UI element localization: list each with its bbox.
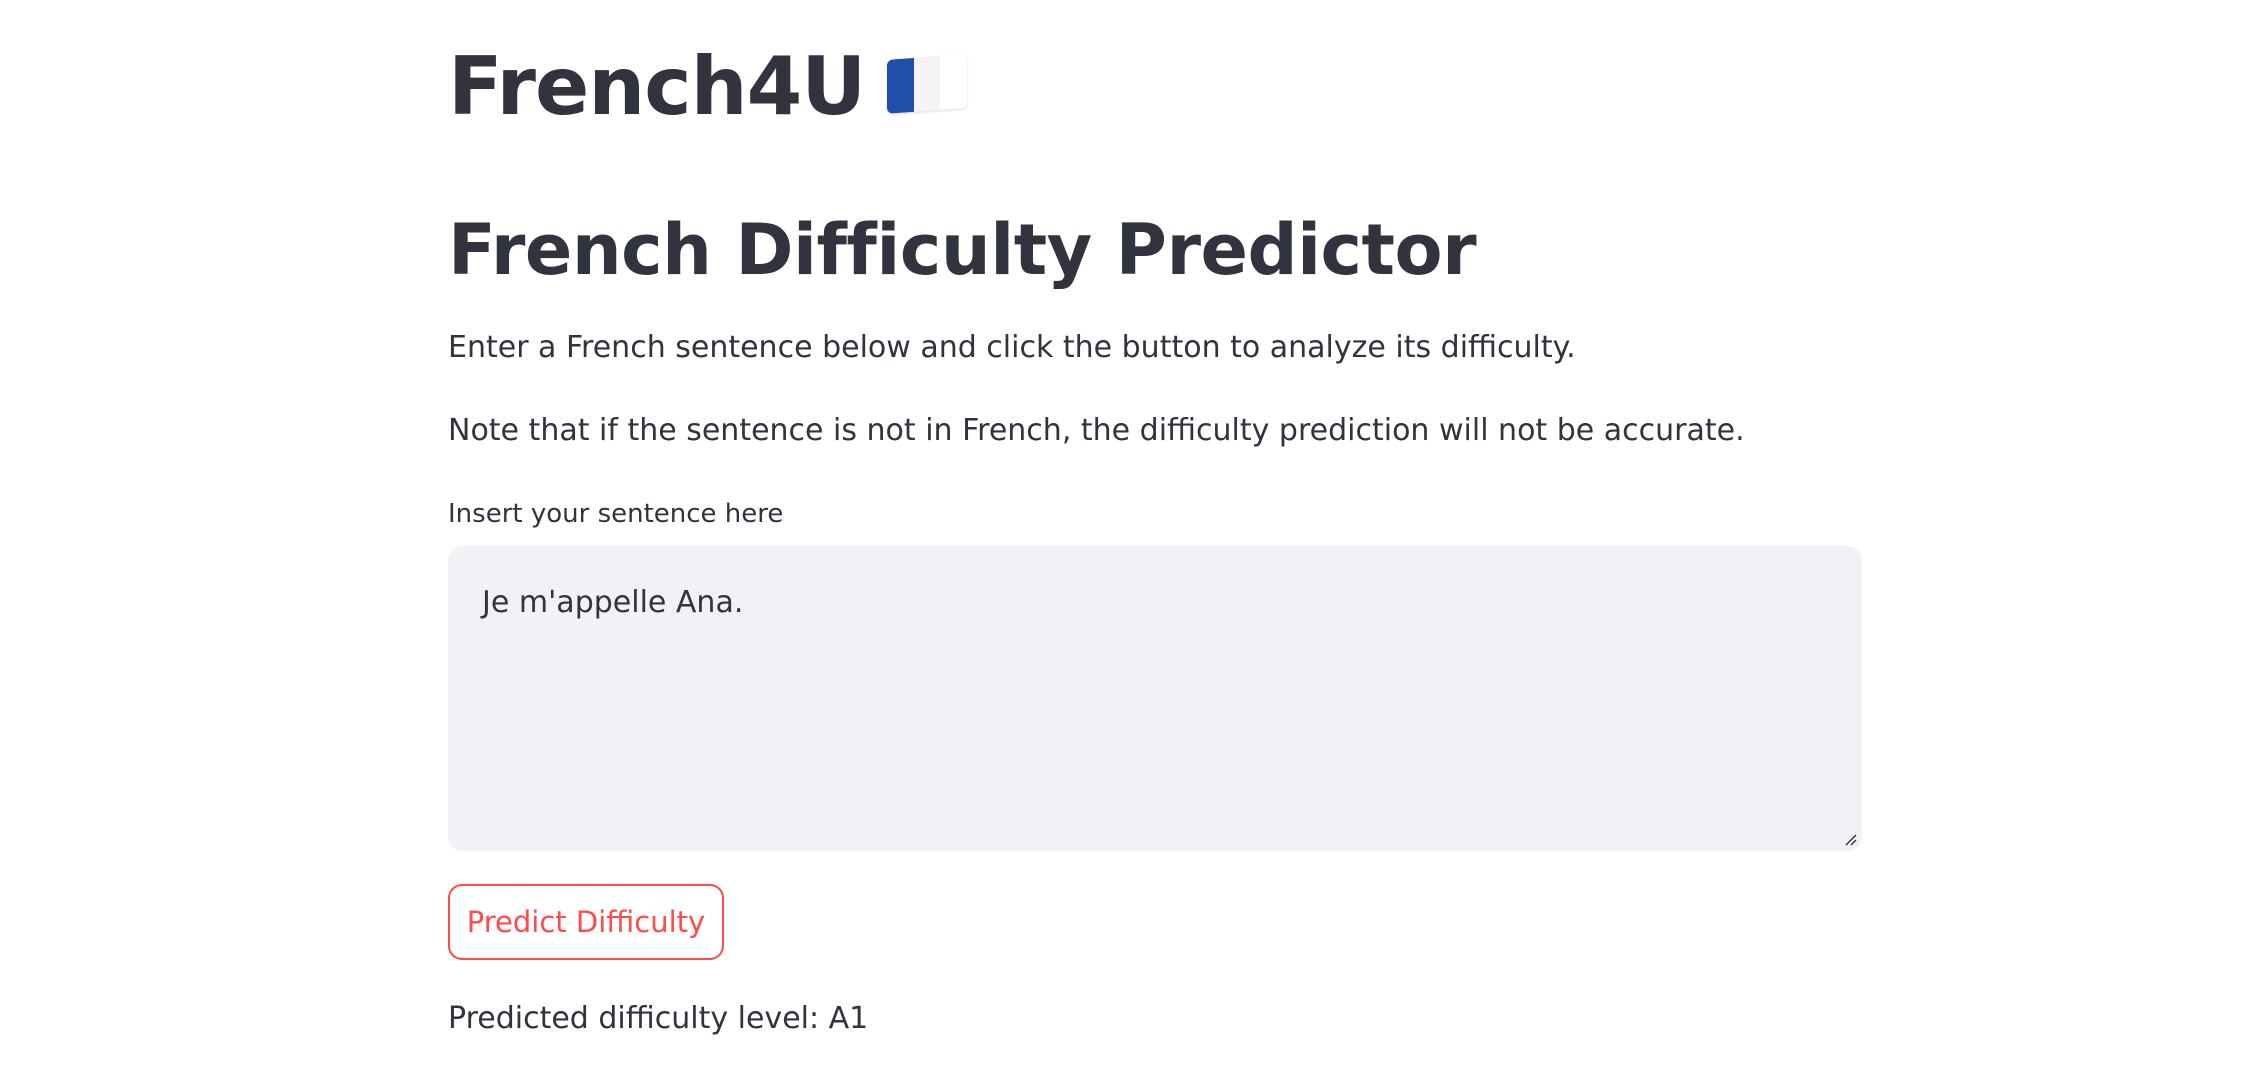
sentence-input[interactable]: Je m'appelle Ana. (448, 546, 1862, 851)
predict-difficulty-button[interactable]: Predict Difficulty (448, 884, 724, 960)
page-heading: French Difficulty Predictor (448, 209, 1477, 291)
prediction-result: Predicted difficulty level: A1 (448, 1001, 869, 1036)
flag-blue-stripe (887, 57, 914, 114)
app-title-text: French4U (448, 40, 866, 133)
flag-white-stripe (913, 56, 941, 112)
resize-handle-icon[interactable] (1842, 831, 1858, 847)
sentence-input-container: Je m'appelle Ana. (448, 546, 1862, 851)
note-text: Note that if the sentence is not in Fren… (448, 413, 1745, 448)
instructions-text: Enter a French sentence below and click … (448, 330, 1576, 365)
france-flag-icon (887, 54, 967, 114)
app-title: French4U (448, 32, 967, 142)
sentence-input-label: Insert your sentence here (448, 499, 784, 529)
